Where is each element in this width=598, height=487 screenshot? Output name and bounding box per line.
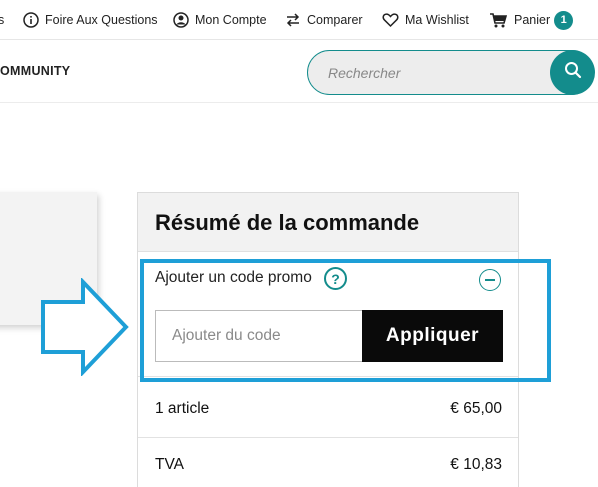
summary-row-label-items: 1 article bbox=[155, 400, 210, 417]
top-link-partial-label: s bbox=[0, 13, 5, 27]
compare-link-label: Comparer bbox=[307, 13, 363, 27]
top-utility-bar: s Foire Aux Questions Mon Compte Compare… bbox=[0, 0, 598, 40]
top-link-partial[interactable]: s bbox=[0, 10, 4, 30]
search-icon bbox=[564, 61, 582, 84]
account-link-label: Mon Compte bbox=[195, 13, 267, 27]
user-icon bbox=[173, 12, 189, 28]
faq-link-label: Foire Aux Questions bbox=[45, 13, 158, 27]
search-bar bbox=[307, 50, 595, 95]
main-nav: OMMUNITY bbox=[0, 41, 598, 103]
compare-arrows-icon bbox=[285, 12, 301, 28]
divider bbox=[138, 437, 518, 438]
wishlist-link-label: Ma Wishlist bbox=[405, 13, 469, 27]
summary-row-label-vat: TVA bbox=[155, 456, 184, 473]
summary-row-value-vat: € 10,83 bbox=[450, 456, 502, 473]
arrow-right-icon bbox=[40, 277, 130, 381]
compare-link[interactable]: Comparer bbox=[285, 10, 363, 30]
cart-count-badge: 1 bbox=[554, 10, 574, 30]
info-icon bbox=[23, 12, 39, 28]
promo-highlight-frame bbox=[140, 259, 551, 382]
order-summary-header: Résumé de la commande bbox=[138, 193, 518, 252]
cart-link-label: Panier bbox=[514, 13, 551, 27]
search-button[interactable] bbox=[550, 50, 595, 95]
cart-link[interactable]: Panier 1 bbox=[489, 10, 574, 30]
wishlist-link[interactable]: Ma Wishlist bbox=[382, 10, 469, 30]
nav-item-community[interactable]: OMMUNITY bbox=[0, 64, 70, 78]
faq-link[interactable]: Foire Aux Questions bbox=[23, 10, 158, 30]
search-input[interactable] bbox=[328, 63, 538, 83]
summary-row-value-items: € 65,00 bbox=[450, 400, 502, 417]
cart-icon bbox=[489, 12, 508, 28]
order-summary-title: Résumé de la commande bbox=[155, 210, 420, 235]
account-link[interactable]: Mon Compte bbox=[173, 10, 267, 30]
heart-icon bbox=[382, 12, 399, 28]
